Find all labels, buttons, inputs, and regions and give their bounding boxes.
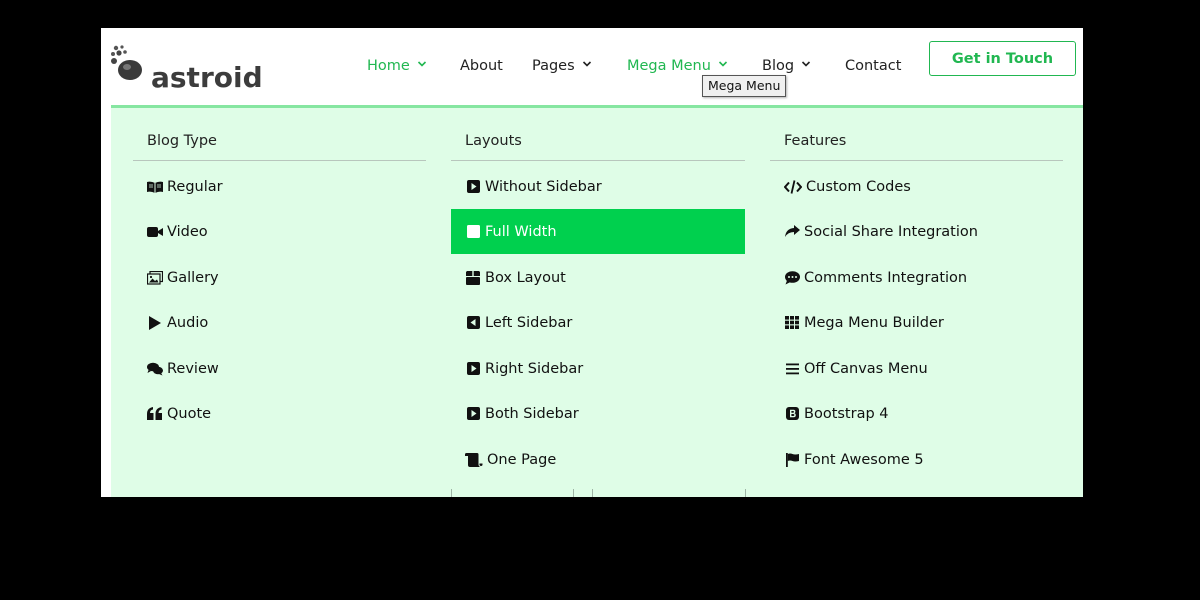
divider <box>592 489 593 497</box>
bootstrap-icon <box>784 406 800 422</box>
nav-item-label: Blog <box>762 58 795 74</box>
menu-item-box-layout[interactable]: Box Layout <box>451 255 745 300</box>
scroll-icon <box>465 452 483 468</box>
menu-item-label: Quote <box>167 405 212 422</box>
menu-item-label: Bootstrap 4 <box>804 405 889 422</box>
menu-item-regular[interactable]: Regular <box>133 164 426 209</box>
square-icon <box>465 224 481 240</box>
menu-item-font-awesome-5[interactable]: Font Awesome 5 <box>770 437 1063 482</box>
column-title: Features <box>784 133 847 149</box>
menu-item-off-canvas-menu[interactable]: Off Canvas Menu <box>770 346 1063 391</box>
nav-item-about[interactable]: About <box>460 56 503 76</box>
bars-icon <box>784 361 800 377</box>
menu-item-label: Box Layout <box>485 269 566 286</box>
menu-item-label: Regular <box>167 178 223 195</box>
menu-item-audio[interactable]: Audio <box>133 300 426 345</box>
flag-icon <box>784 452 800 468</box>
column-title: Blog Type <box>147 133 217 149</box>
column-title: Layouts <box>465 133 522 149</box>
divider <box>451 489 452 497</box>
nav-item-home[interactable]: Home <box>367 56 427 76</box>
menu-item-mega-menu-builder[interactable]: Mega Menu Builder <box>770 300 1063 345</box>
menu-item-review[interactable]: Review <box>133 346 426 391</box>
divider <box>573 489 574 497</box>
th-icon <box>784 315 800 331</box>
tooltip: Mega Menu <box>702 75 787 97</box>
menu-item-label: Font Awesome 5 <box>804 451 924 468</box>
box-icon <box>465 270 481 286</box>
asteroid-logo-icon <box>111 45 142 80</box>
nav-item-label: Home <box>367 58 410 74</box>
nav-item-label: Pages <box>532 58 575 74</box>
menu-item-label: Social Share Integration <box>804 223 978 240</box>
menu-item-both-sidebar[interactable]: Both Sidebar <box>451 391 745 436</box>
chevron-down-icon <box>718 61 728 67</box>
browser-viewport: astroid Home About Pages Mega Menu Blog … <box>101 28 1083 497</box>
chevron-down-icon <box>801 61 811 67</box>
nav-item-blog[interactable]: Blog <box>762 56 811 76</box>
menu-item-label: One Page <box>487 451 557 468</box>
menu-item-label: Review <box>167 360 219 377</box>
menu-item-one-page[interactable]: One Page <box>451 437 745 482</box>
caret-square-right-icon <box>465 406 481 422</box>
caret-square-right-icon <box>465 179 481 195</box>
menu-item-label: Left Sidebar <box>485 314 573 331</box>
caret-square-right-icon <box>465 361 481 377</box>
site-header: astroid Home About Pages Mega Menu Blog … <box>101 28 1083 105</box>
video-camera-icon <box>147 224 163 240</box>
menu-item-label: Custom Codes <box>806 178 911 195</box>
get-in-touch-button[interactable]: Get in Touch <box>929 41 1076 76</box>
menu-item-label: Full Width <box>485 223 557 240</box>
comment-dots-icon <box>784 270 800 286</box>
mega-menu-panel: Blog Type Regular Video Gallery Audio Re… <box>111 105 1083 497</box>
menu-item-quote[interactable]: Quote <box>133 391 426 436</box>
menu-item-label: Mega Menu Builder <box>804 314 944 331</box>
chevron-down-icon <box>582 61 591 67</box>
menu-item-label: Right Sidebar <box>485 360 584 377</box>
caret-square-left-icon <box>465 315 481 331</box>
nav-item-pages[interactable]: Pages <box>532 56 592 76</box>
menu-item-right-sidebar[interactable]: Right Sidebar <box>451 346 745 391</box>
column-divider <box>451 160 745 161</box>
nav-item-mega-menu[interactable]: Mega Menu <box>627 56 728 76</box>
book-open-icon <box>147 179 163 195</box>
comments-icon <box>147 361 163 377</box>
menu-item-bootstrap-4[interactable]: Bootstrap 4 <box>770 391 1063 436</box>
menu-item-label: Gallery <box>167 269 219 286</box>
column-divider <box>133 160 426 161</box>
menu-item-custom-codes[interactable]: Custom Codes <box>770 164 1063 209</box>
menu-item-full-width[interactable]: Full Width <box>451 209 745 254</box>
logo-text: astroid <box>151 61 263 94</box>
menu-item-label: Both Sidebar <box>485 405 579 422</box>
nav-item-label: About <box>460 58 503 74</box>
quote-left-icon <box>147 406 163 422</box>
menu-item-without-sidebar[interactable]: Without Sidebar <box>451 164 745 209</box>
chevron-down-icon <box>417 61 426 67</box>
logo[interactable]: astroid <box>109 43 263 93</box>
nav-item-label: Mega Menu <box>627 58 711 74</box>
menu-item-comments-integration[interactable]: Comments Integration <box>770 255 1063 300</box>
nav-item-label: Contact <box>845 58 902 74</box>
column-divider <box>770 160 1063 161</box>
menu-item-social-share-integration[interactable]: Social Share Integration <box>770 209 1063 254</box>
menu-item-label: Video <box>167 223 208 240</box>
images-icon <box>147 270 163 286</box>
code-icon <box>784 179 802 195</box>
nav-item-contact[interactable]: Contact <box>845 56 901 76</box>
divider <box>745 489 746 497</box>
menu-item-label: Audio <box>167 314 209 331</box>
menu-item-gallery[interactable]: Gallery <box>133 255 426 300</box>
share-icon <box>784 224 800 240</box>
menu-item-left-sidebar[interactable]: Left Sidebar <box>451 300 745 345</box>
menu-item-video[interactable]: Video <box>133 209 426 254</box>
play-icon <box>147 315 163 331</box>
menu-item-label: Comments Integration <box>804 269 968 286</box>
menu-item-label: Without Sidebar <box>485 178 602 195</box>
menu-item-label: Off Canvas Menu <box>804 360 928 377</box>
